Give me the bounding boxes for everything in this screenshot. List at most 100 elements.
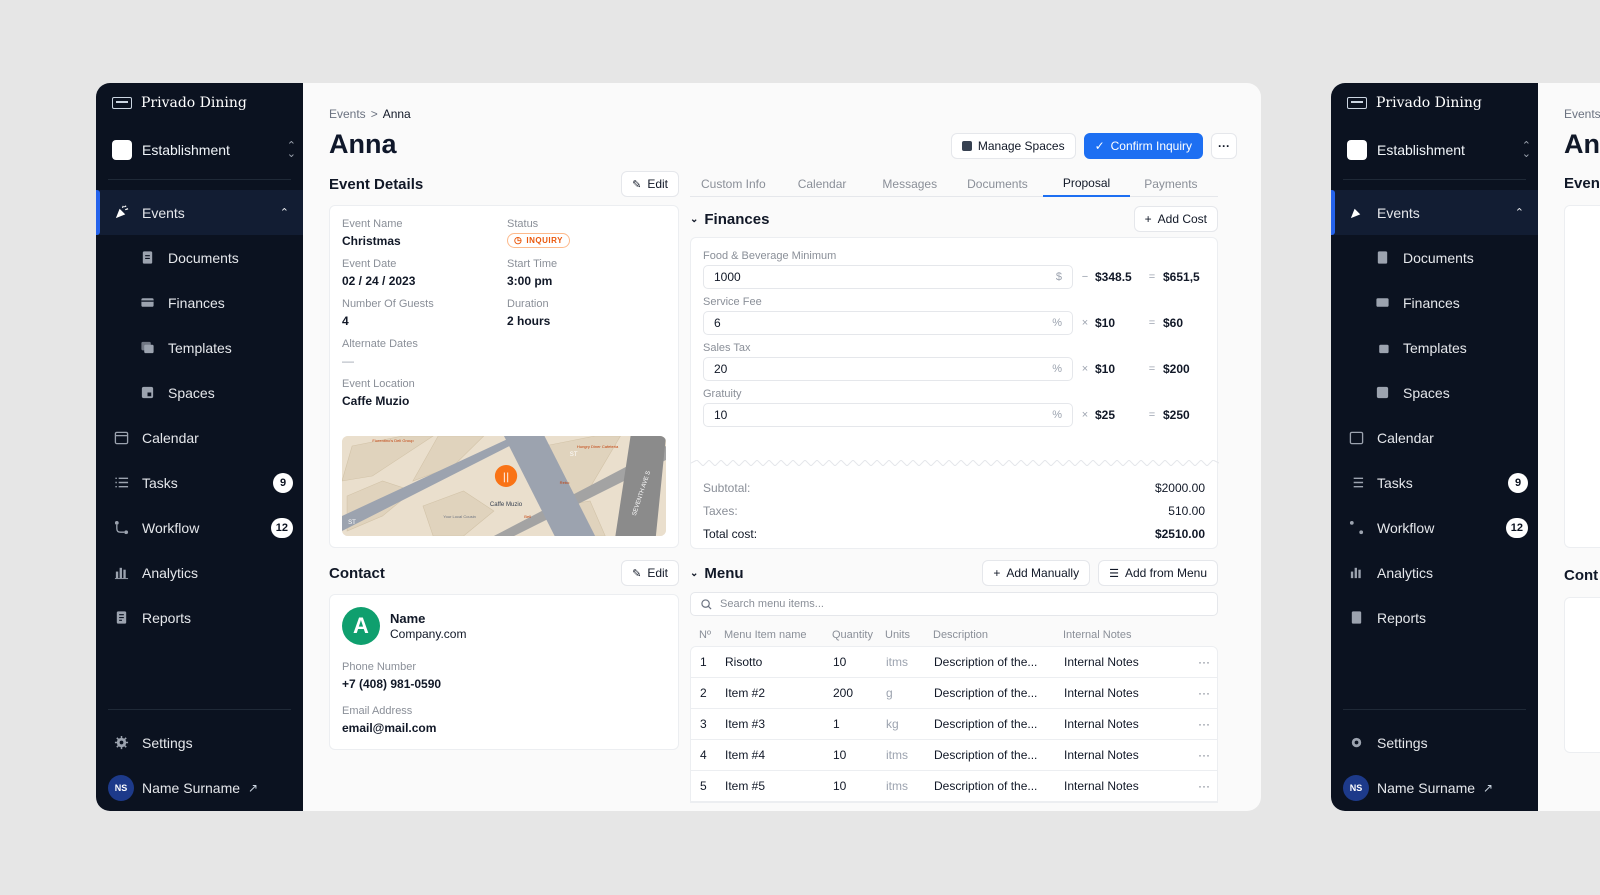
sidebar-item-label: Calendar — [1377, 429, 1434, 446]
sidebar-divider — [1343, 709, 1526, 710]
sidebar-item-label: Tasks — [1377, 474, 1413, 491]
table-row[interactable]: 5 Item #5 10 itms Description of the... … — [691, 771, 1217, 802]
finance-row-label: Service Fee — [703, 296, 762, 308]
avatar: NS — [108, 775, 134, 801]
tab-messages[interactable]: Messages — [867, 171, 952, 196]
sidebar-item-spaces[interactable]: Spaces — [96, 370, 303, 415]
sidebar-item-calendar[interactable]: Calendar — [96, 415, 303, 460]
event-details-card — [1564, 205, 1600, 548]
sidebar-item-analytics[interactable]: Analytics — [1331, 550, 1538, 595]
edit-event-details-button[interactable]: ✎ Edit — [621, 171, 679, 197]
menu-toggle[interactable]: ⌄ Menu — [690, 565, 744, 582]
edit-label: Edit — [647, 177, 668, 191]
sidebar-item-analytics[interactable]: Analytics — [96, 550, 303, 595]
manage-spaces-button[interactable]: Manage Spaces — [950, 133, 1076, 159]
table-row[interactable]: 3 Item #3 1 kg Description of the... Int… — [691, 709, 1217, 740]
column-header: Nº — [699, 629, 711, 641]
user-profile[interactable]: NS Name Surname ↗ — [96, 765, 303, 811]
sales-tax-input[interactable]: 20% — [703, 357, 1073, 381]
sidebar-item-settings[interactable]: Settings — [96, 720, 303, 765]
sidebar-item-tasks[interactable]: Tasks 9 — [1331, 460, 1538, 505]
finance-row-result: $200 — [1163, 362, 1190, 376]
gratuity-input[interactable]: 10% — [703, 403, 1073, 427]
brand[interactable]: Privado Dining — [96, 83, 303, 123]
field-label: Email Address — [342, 705, 413, 717]
sidebar-item-documents[interactable]: Documents — [96, 235, 303, 280]
finances-toggle[interactable]: ⌄ Finances — [690, 211, 769, 228]
row-notes: Internal Notes — [1064, 686, 1139, 700]
brand-logo-icon — [112, 97, 132, 109]
field-label: Event Location — [342, 378, 415, 390]
chevron-updown-icon: ⌃ ⌄ — [1521, 140, 1531, 160]
phone-value: +7 (408) 981-0590 — [342, 677, 442, 691]
sidebar-item-label: Events — [142, 204, 185, 221]
service-fee-input[interactable]: 6% — [703, 311, 1073, 335]
sidebar-item-tasks[interactable]: Tasks 9 — [96, 460, 303, 505]
finances-title: Finances — [704, 210, 770, 228]
table-header: Nº Menu Item name Quantity Units Descrip… — [690, 624, 1218, 646]
edit-contact-button[interactable]: ✎ Edit — [621, 560, 679, 586]
sidebar-item-templates[interactable]: Templates — [1331, 325, 1538, 370]
tab-documents[interactable]: Documents — [952, 171, 1043, 196]
sidebar-item-events[interactable]: Events ⌃ — [1331, 190, 1538, 235]
finance-row-fb-minimum: Food & Beverage Minimum 1000 $ − $348.5 =… — [703, 250, 1205, 289]
row-more-icon[interactable]: ··· — [1182, 686, 1217, 700]
add-manually-button[interactable]: + Add Manually — [982, 560, 1091, 586]
tab-payments[interactable]: Payments — [1130, 171, 1211, 196]
sidebar-item-finances[interactable]: Finances — [96, 280, 303, 325]
more-options-button[interactable]: ··· — [1211, 133, 1237, 159]
start-time-value: 3:00 pm — [507, 274, 553, 288]
sidebar-item-label: Settings — [1377, 734, 1428, 751]
sidebar-item-label: Analytics — [142, 564, 199, 581]
establishment-selector[interactable]: Establishment ⌃ ⌄ — [112, 129, 296, 171]
user-profile[interactable]: NS Name Surname ↗ — [1331, 765, 1538, 811]
column-header: Menu Item name — [724, 629, 807, 641]
map-street-label-st1: ST — [348, 520, 356, 526]
row-more-icon[interactable]: ··· — [1182, 717, 1217, 731]
clock-icon: ◷ — [514, 235, 523, 245]
row-more-icon[interactable]: ··· — [1182, 655, 1217, 669]
table-row[interactable]: 2 Item #2 200 g Description of the... In… — [691, 678, 1217, 709]
finance-row-result: $60 — [1163, 316, 1184, 330]
sidebar-item-reports[interactable]: Reports — [1331, 595, 1538, 640]
minus-operator: − — [1081, 271, 1089, 283]
sidebar-item-workflow[interactable]: Workflow 12 — [1331, 505, 1538, 550]
sidebar-item-workflow[interactable]: Workflow 12 — [96, 505, 303, 550]
confirm-inquiry-button[interactable]: ✓ Confirm Inquiry — [1083, 133, 1203, 159]
reports-icon — [1349, 610, 1364, 625]
alternate-dates-value: — — [342, 354, 354, 368]
add-from-menu-button[interactable]: ☰ Add from Menu — [1098, 560, 1218, 586]
tab-custom-info[interactable]: Custom Info — [690, 171, 777, 196]
analytics-icon — [114, 565, 129, 580]
add-cost-button[interactable]: + Add Cost — [1133, 206, 1218, 232]
location-map[interactable]: || Caffe Muzio SEVENTH AVE S ST ST Fiore… — [342, 436, 666, 536]
calendar-icon — [1349, 430, 1364, 445]
brand[interactable]: Privado Dining — [1331, 83, 1538, 123]
sidebar-item-finances[interactable]: Finances — [1331, 280, 1538, 325]
field-label: Event Name — [342, 218, 403, 230]
tab-proposal[interactable]: Proposal — [1042, 171, 1131, 197]
sidebar-item-calendar[interactable]: Calendar — [1331, 415, 1538, 460]
table-row[interactable]: 4 Item #4 10 itms Description of the... … — [691, 740, 1217, 771]
sidebar-item-documents[interactable]: Documents — [1331, 235, 1538, 280]
sidebar-item-reports[interactable]: Reports — [96, 595, 303, 640]
table-row[interactable]: 1 Risotto 10 itms Description of the... … — [691, 647, 1217, 678]
finance-row-label: Sales Tax — [703, 342, 751, 354]
menu-search-input[interactable]: Search menu items... — [690, 592, 1218, 616]
calendar-icon — [114, 430, 129, 445]
breadcrumb-events[interactable]: Events — [329, 107, 366, 121]
row-more-icon[interactable]: ··· — [1182, 748, 1217, 762]
main-content-preview: Events An Event Cont — [1538, 83, 1600, 811]
sidebar-item-events[interactable]: Events ⌃ — [96, 190, 303, 235]
sidebar-item-templates[interactable]: Templates — [96, 325, 303, 370]
row-more-icon[interactable]: ··· — [1182, 779, 1217, 793]
fb-minimum-input[interactable]: 1000 $ — [703, 265, 1073, 289]
finance-row-multiplier: $10 — [1095, 362, 1116, 376]
establishment-selector[interactable]: Establishment ⌃ ⌄ — [1347, 129, 1531, 171]
tab-calendar[interactable]: Calendar — [777, 171, 868, 196]
field-label: Alternate Dates — [342, 338, 418, 350]
sidebar-item-settings[interactable]: Settings — [1331, 720, 1538, 765]
event-details-card: Event Name Christmas Status ◷ INQUIRY Ev… — [329, 205, 679, 548]
row-description: Description of the... — [934, 655, 1038, 669]
sidebar-item-spaces[interactable]: Spaces — [1331, 370, 1538, 415]
